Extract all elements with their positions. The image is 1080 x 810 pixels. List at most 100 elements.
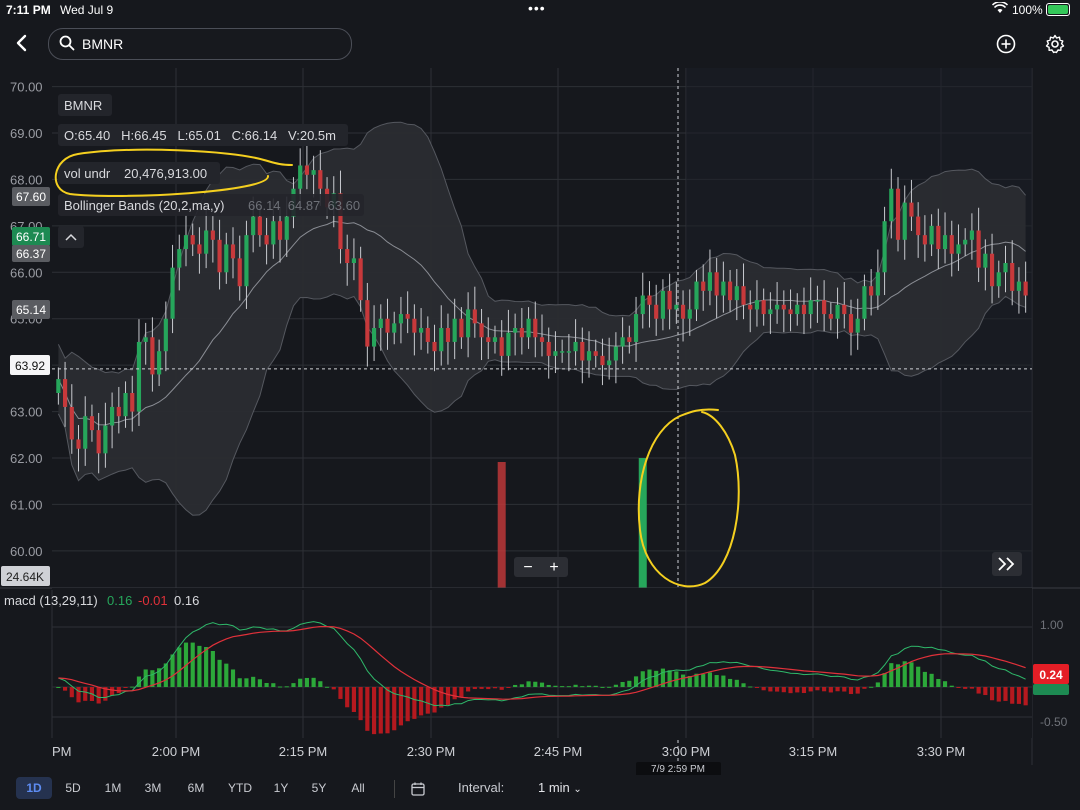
macd-histogram-bar [996, 687, 1001, 702]
candle-body [271, 221, 276, 245]
candle-body [546, 341, 551, 356]
candle-body [1023, 281, 1028, 296]
macd-histogram-bar [130, 686, 135, 688]
macd-histogram-bar [942, 681, 948, 687]
candle-body [1016, 281, 1022, 291]
macd-histogram-bar [983, 687, 988, 696]
macd-histogram-bar [613, 684, 618, 687]
macd-histogram-bar [398, 687, 404, 726]
period-1d[interactable]: 1D [16, 777, 52, 799]
candle-body [687, 309, 692, 319]
macd-histogram-bar [466, 687, 471, 692]
macd-histogram-bar [728, 678, 733, 687]
price-axis-label: 66.00 [10, 265, 43, 280]
macd-histogram-bar [546, 684, 551, 687]
candle-body [929, 225, 934, 245]
time-axis-label: 3:30 PM [917, 744, 965, 759]
candle-body [277, 221, 283, 240]
candle-body [69, 406, 74, 440]
price-axis-label: 69.00 [10, 126, 43, 141]
macd-histogram-bar [566, 686, 571, 688]
candle-body [472, 309, 477, 324]
candle-body [177, 249, 182, 268]
badge-crosshair: 63.92 [15, 359, 45, 373]
macd-histogram-bar [338, 687, 343, 699]
period-6m[interactable]: 6M [178, 777, 214, 799]
macd-histogram-bar [607, 686, 612, 688]
price-badges: 67.60 66.71 66.37 65.14 63.92 24.64K [1, 187, 50, 586]
macd-histogram-bar [177, 647, 182, 687]
candle-body [378, 318, 383, 328]
candle-body [83, 416, 88, 449]
macd-histogram-bar [949, 685, 954, 687]
time-axis: PM 2:00 PM 2:15 PM 2:30 PM 2:45 PM 3:00 PM 3:1… [52, 744, 965, 759]
collapse-legend-button[interactable] [58, 226, 84, 248]
candle-body [519, 328, 524, 338]
macd-histogram-bar [519, 684, 524, 687]
candle-body [224, 244, 229, 273]
candle-body [728, 281, 733, 301]
macd-histogram-bar [701, 674, 706, 687]
macd-histogram-bar [862, 687, 867, 689]
macd-histogram-bar [257, 679, 262, 687]
badge-mid: 66.37 [16, 247, 46, 261]
macd-histogram-bar [680, 674, 686, 687]
candle-body [116, 406, 121, 417]
candle-body [351, 258, 356, 263]
period-ytd[interactable]: YTD [221, 777, 259, 799]
macd-histogram-bar [405, 687, 410, 722]
macd-histogram-bar [479, 687, 484, 689]
price-chart[interactable]: 70.0069.0068.0067.0066.0065.0064.0063.00… [0, 0, 1080, 775]
candle-body [62, 379, 68, 407]
macd-histogram-bar [721, 675, 726, 687]
candle-body [822, 300, 827, 315]
zoom-out-button[interactable]: − [523, 559, 532, 576]
volume-bar [497, 462, 506, 588]
expand-button[interactable] [992, 552, 1022, 576]
macd-histogram-bar [298, 678, 303, 687]
candle-body [566, 351, 571, 353]
macd-histogram-bar [358, 687, 363, 721]
candle-body [714, 272, 719, 296]
macd-histogram-bar [788, 687, 793, 694]
badge-volume: 24.64K [6, 570, 44, 584]
candle-body [1003, 263, 1008, 273]
zoom-in-button[interactable]: + [549, 559, 558, 576]
candle-body [439, 328, 444, 352]
macd-histogram-bar [277, 686, 283, 688]
candle-body [748, 304, 753, 310]
macd-histogram-bar [586, 685, 592, 687]
macd-histogram-bar [600, 686, 605, 688]
candle-body [358, 258, 363, 301]
candle-body [828, 314, 833, 319]
macd-histogram-bar [909, 662, 914, 687]
macd-histogram-bar [76, 687, 81, 703]
macd-histogram-bar [580, 686, 585, 688]
macd-histogram-bar [748, 686, 753, 688]
macd-histogram-bar [56, 687, 61, 688]
period-1y[interactable]: 1Y [265, 777, 297, 799]
period-5d[interactable]: 5D [56, 777, 90, 799]
macd-histogram-bar [271, 683, 276, 687]
time-axis-label: 2:00 PM [152, 744, 200, 759]
macd-label: macd (13,29,11) [4, 593, 98, 608]
candle-body [573, 341, 578, 352]
macd-histogram-bar [822, 687, 827, 692]
macd-histogram-bar [371, 687, 377, 735]
period-3m[interactable]: 3M [136, 777, 170, 799]
candle-body [963, 239, 968, 245]
period-5y[interactable]: 5Y [303, 777, 335, 799]
candle-body [781, 304, 786, 310]
calendar-icon[interactable] [411, 782, 425, 799]
candle-body [311, 170, 316, 175]
interval-select[interactable]: 1 min ⌄ [538, 777, 582, 801]
candle-body [466, 309, 471, 338]
macd-histogram-bar [929, 673, 934, 687]
price-axis-label: 62.00 [10, 451, 43, 466]
period-all[interactable]: All [341, 777, 375, 799]
candle-body [345, 249, 350, 263]
candle-body [103, 425, 108, 454]
period-1m[interactable]: 1M [96, 777, 130, 799]
candle-body [734, 286, 739, 301]
time-axis-label: 2:30 PM [407, 744, 455, 759]
